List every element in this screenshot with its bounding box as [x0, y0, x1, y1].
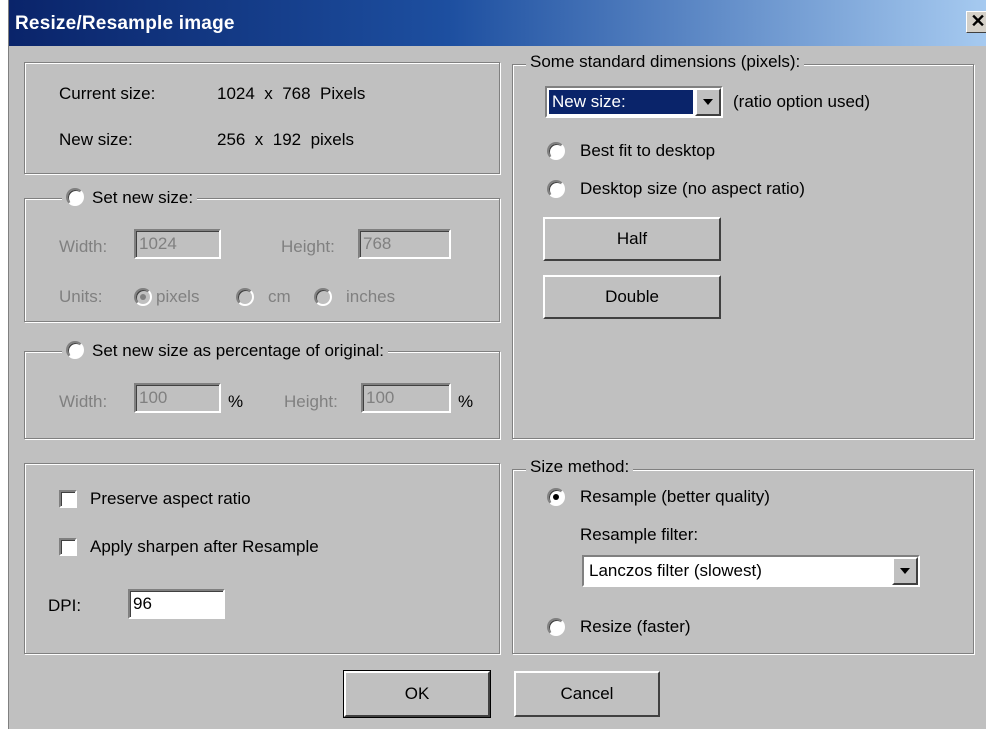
half-button[interactable]: Half [543, 217, 721, 261]
set-new-size-legend[interactable]: Set new size: [62, 188, 198, 208]
preserve-aspect-label[interactable]: Preserve aspect ratio [90, 489, 251, 509]
ok-button[interactable]: OK [343, 670, 491, 718]
preserve-aspect-checkbox[interactable] [59, 490, 77, 508]
resize-dialog: Resize/Resample image ✕ Current size: 10… [0, 0, 986, 729]
window-left-border [0, 0, 9, 729]
apply-sharpen-checkbox[interactable] [59, 538, 77, 556]
double-button[interactable]: Double [543, 275, 721, 319]
window-title: Resize/Resample image [15, 13, 235, 34]
dpi-label: DPI: [48, 596, 82, 615]
standard-size-value: New size: [549, 90, 693, 114]
resize-radio[interactable] [547, 618, 565, 636]
current-size-label: Current size: [59, 84, 156, 103]
unit-pixels-label: pixels [156, 287, 200, 306]
percentage-legend[interactable]: Set new size as percentage of original: [62, 341, 389, 361]
unit-cm-label: cm [268, 287, 291, 306]
resample-radio[interactable] [547, 488, 565, 506]
width-label: Width: [59, 237, 108, 256]
unit-pixels-radio[interactable] [134, 288, 152, 306]
cancel-button[interactable]: Cancel [514, 671, 660, 717]
best-fit-label[interactable]: Best fit to desktop [580, 141, 715, 161]
unit-inches-label: inches [346, 287, 396, 306]
size-info-panel [24, 62, 500, 174]
set-new-size-label: Set new size: [92, 188, 194, 207]
percentage-radio[interactable] [66, 341, 84, 359]
dpi-input[interactable]: 96 [128, 589, 225, 619]
pct-height-input[interactable]: 100 [361, 383, 451, 413]
ratio-note: (ratio option used) [733, 92, 871, 111]
width-input[interactable]: 1024 [134, 229, 221, 259]
resample-filter-value: Lanczos filter (slowest) [589, 561, 762, 580]
new-size-label: New size: [59, 130, 133, 149]
resize-label[interactable]: Resize (faster) [580, 617, 691, 637]
title-bar[interactable]: Resize/Resample image ✕ [9, 0, 986, 46]
chevron-down-icon[interactable] [892, 557, 918, 585]
resample-filter-label: Resample filter: [580, 525, 699, 544]
pct-height-label: Height: [284, 392, 338, 411]
pct-width-input[interactable]: 100 [134, 383, 221, 413]
height-label: Height: [281, 237, 335, 256]
unit-cm-radio[interactable] [236, 288, 254, 306]
pct-width-label: Width: [59, 392, 108, 411]
best-fit-radio[interactable] [547, 142, 565, 160]
set-new-size-radio[interactable] [66, 188, 84, 206]
resample-filter-dropdown[interactable]: Lanczos filter (slowest) [582, 555, 920, 587]
resample-label[interactable]: Resample (better quality) [580, 487, 770, 507]
standard-size-dropdown[interactable]: New size: [545, 86, 723, 118]
pct-width-unit: % [228, 392, 244, 411]
close-icon[interactable]: ✕ [966, 11, 986, 33]
pct-height-unit: % [458, 392, 474, 411]
new-size-value: 256 x 192 pixels [217, 130, 355, 149]
standard-dimensions-legend: Some standard dimensions (pixels): [526, 52, 805, 72]
unit-inches-radio[interactable] [314, 288, 332, 306]
units-label: Units: [59, 287, 103, 306]
current-size-value: 1024 x 768 Pixels [217, 84, 366, 103]
desktop-size-label[interactable]: Desktop size (no aspect ratio) [580, 179, 805, 199]
height-input[interactable]: 768 [358, 229, 451, 259]
chevron-down-icon[interactable] [695, 88, 721, 116]
size-method-legend: Size method: [526, 457, 634, 477]
desktop-size-radio[interactable] [547, 180, 565, 198]
percentage-label: Set new size as percentage of original: [92, 341, 385, 360]
apply-sharpen-label[interactable]: Apply sharpen after Resample [90, 537, 319, 557]
